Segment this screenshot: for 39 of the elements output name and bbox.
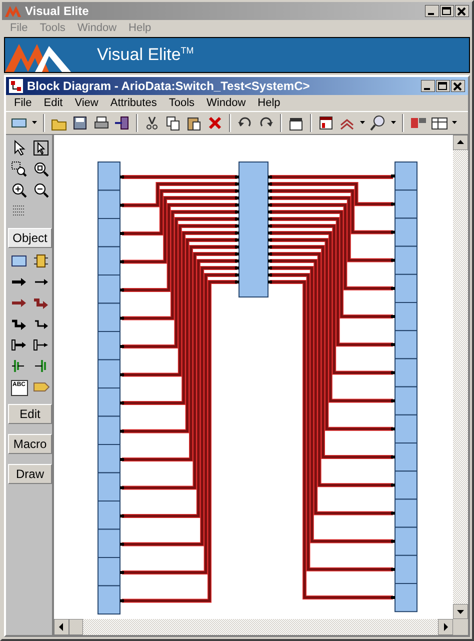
chart-window-icon[interactable] [317,114,335,132]
zoom-area-icon[interactable] [10,160,28,178]
menu-item[interactable]: Edit [38,97,69,109]
component-icon[interactable] [32,252,50,270]
palette-tab[interactable]: Draw [8,464,52,484]
select-box-icon[interactable] [32,139,50,157]
menu-item[interactable]: View [68,97,104,109]
menu-item[interactable]: Help [252,97,286,109]
zoom-in-icon[interactable] [10,181,28,199]
window-title: Block Diagram - ArioData:Switch_Test<SystemC> [27,79,311,93]
banner-title: Visual Elite$^{TM}$ [97,45,194,65]
window-title: Visual Elite [25,4,90,18]
palette-tab[interactable]: Object [8,228,52,248]
save-icon[interactable] [71,114,89,132]
scroll-down-button[interactable] [453,604,468,619]
minimize-button[interactable] [425,5,439,17]
app-logo-icon [5,4,21,18]
scroll-right-button[interactable] [438,619,453,635]
menu-item[interactable]: Tools [162,97,201,109]
menu-item[interactable]: File [8,97,38,109]
zoom-icon[interactable] [369,114,387,132]
close-button[interactable] [455,5,469,17]
scroll-thumb[interactable] [69,619,83,635]
scroll-up-button[interactable] [453,135,468,150]
palette-tab[interactable]: Edit [8,404,52,424]
close-button[interactable] [451,80,465,92]
menu-item[interactable]: Attributes [104,97,163,109]
diagram-icon [9,79,23,93]
scroll-left-button[interactable] [54,619,69,635]
delete-icon[interactable] [206,114,224,132]
menu-item[interactable]: Window [200,97,252,109]
copy-icon[interactable] [164,114,182,132]
export-icon[interactable] [113,114,131,132]
maximize-button[interactable] [440,5,454,17]
palette-tab[interactable]: Macro [8,434,52,454]
zoom-fit-icon[interactable] [32,160,50,178]
zoom-out-icon[interactable] [32,181,50,199]
maximize-button[interactable] [436,80,450,92]
minimize-button[interactable] [421,80,435,92]
